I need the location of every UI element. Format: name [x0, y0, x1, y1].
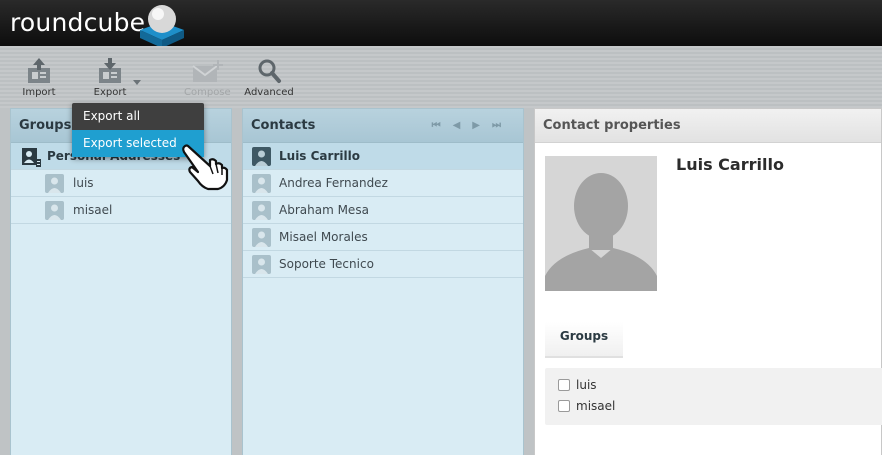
contact-avatar-icon: [252, 255, 271, 274]
person-silhouette-icon: [545, 156, 657, 291]
contact-row[interactable]: Luis Carrillo: [243, 143, 523, 170]
group-icon: [45, 201, 64, 220]
compose-label: Compose: [184, 87, 231, 98]
contact-name: Andrea Fernandez: [279, 176, 388, 190]
search-icon: [258, 59, 281, 83]
contacts-panel-header: Contacts ⏮◀▶⏭: [243, 109, 523, 143]
contact-groups-list: luis misael: [545, 368, 882, 425]
group-label: misael: [73, 203, 113, 217]
app-logo[interactable]: roundcube: [10, 8, 145, 37]
import-icon: [28, 58, 50, 83]
contact-avatar-icon: [252, 228, 271, 247]
group-checkbox-row[interactable]: misael: [558, 399, 615, 413]
prev-page-icon[interactable]: ◀: [453, 120, 473, 131]
group-label: luis: [73, 176, 94, 190]
contact-full-name: Luis Carrillo: [676, 155, 784, 174]
contact-row[interactable]: Abraham Mesa: [243, 197, 523, 224]
export-dropdown-arrow-icon[interactable]: [133, 80, 141, 86]
next-page-icon[interactable]: ▶: [472, 120, 492, 131]
group-checkbox[interactable]: [558, 379, 570, 391]
import-button[interactable]: Import: [20, 58, 58, 98]
contact-row[interactable]: Misael Morales: [243, 224, 523, 251]
first-page-icon[interactable]: ⏮: [432, 120, 453, 131]
export-button[interactable]: Export: [90, 58, 130, 98]
roundcube-logo-icon: [140, 5, 184, 48]
export-icon: [99, 58, 121, 83]
pagination-controls: ⏮◀▶⏭: [432, 109, 513, 143]
contact-avatar-icon: [252, 147, 271, 166]
advanced-search-button[interactable]: Advanced: [243, 58, 295, 98]
contact-properties-title: Contact properties: [535, 109, 881, 143]
compose-button[interactable]: Compose: [184, 58, 231, 98]
app-header: roundcube: [0, 0, 882, 48]
contact-row[interactable]: Andrea Fernandez: [243, 170, 523, 197]
contact-photo: [545, 156, 657, 291]
import-label: Import: [22, 87, 56, 98]
group-checkbox[interactable]: [558, 400, 570, 412]
contacts-panel: Contacts ⏮◀▶⏭ Luis Carrillo Andrea Ferna…: [242, 108, 524, 455]
group-icon: [45, 174, 64, 193]
group-checkbox-row[interactable]: luis: [558, 378, 597, 392]
compose-icon: [192, 60, 223, 82]
contact-avatar-icon: [252, 174, 271, 193]
group-item-misael[interactable]: misael: [11, 197, 231, 224]
export-all-menu-item[interactable]: Export all: [72, 103, 204, 130]
contact-avatar-icon: [252, 201, 271, 220]
contact-row[interactable]: Soporte Tecnico: [243, 251, 523, 278]
contacts-panel-title: Contacts: [251, 118, 316, 133]
group-checkbox-label: misael: [576, 399, 616, 413]
export-label: Export: [93, 87, 127, 98]
group-checkbox-label: luis: [576, 378, 597, 392]
last-page-icon[interactable]: ⏭: [492, 120, 513, 131]
toolbar: [0, 46, 882, 108]
contact-name: Luis Carrillo: [279, 149, 360, 163]
address-book-icon: [22, 148, 41, 167]
contact-name: Misael Morales: [279, 230, 368, 244]
advanced-label: Advanced: [244, 87, 294, 98]
contact-name: Soporte Tecnico: [279, 257, 374, 271]
contact-name: Abraham Mesa: [279, 203, 369, 217]
hand-pointer-cursor-icon: [182, 144, 229, 191]
tab-groups[interactable]: Groups: [545, 322, 623, 358]
